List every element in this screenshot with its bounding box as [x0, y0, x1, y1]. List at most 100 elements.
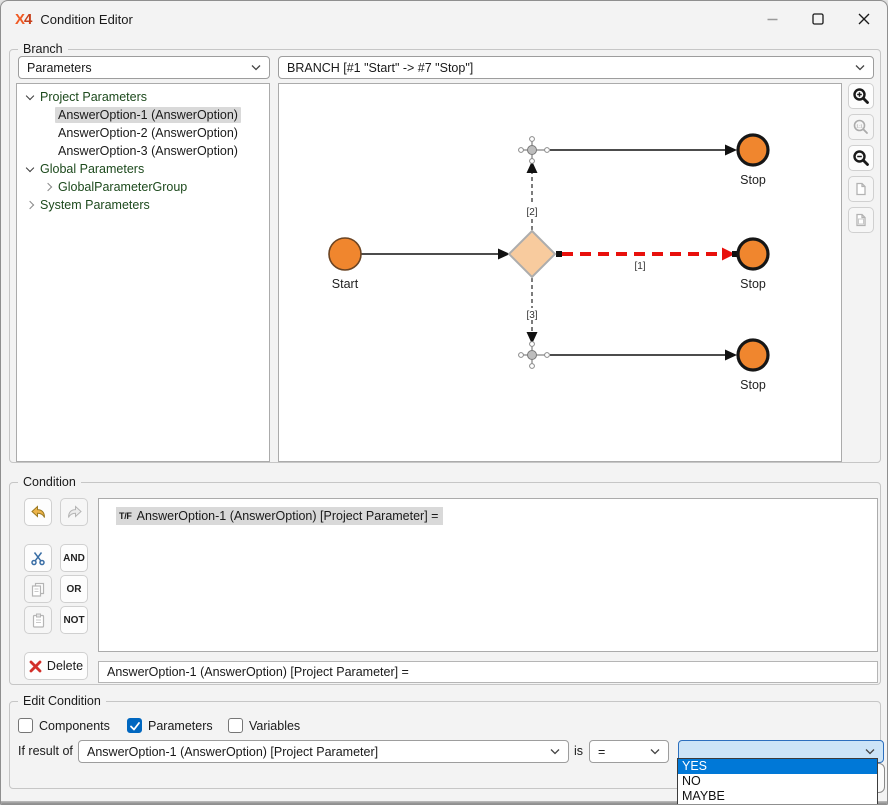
- zoom-in-icon: [852, 87, 870, 105]
- and-button[interactable]: AND: [60, 544, 88, 572]
- condition-group-label: Condition: [18, 474, 81, 491]
- stop-node: [738, 135, 768, 165]
- true-false-badge: T/F: [119, 511, 132, 521]
- cut-button[interactable]: [24, 544, 52, 572]
- copy-button[interactable]: [24, 575, 52, 603]
- fit-page-icon: [853, 181, 869, 197]
- fit-page-button[interactable]: [848, 176, 874, 202]
- checkmark-icon: [129, 720, 141, 732]
- paste-button[interactable]: [24, 606, 52, 634]
- value-select-dropdown-list[interactable]: YESNOMAYBE: [677, 758, 878, 805]
- condition-expression-list[interactable]: T/F AnswerOption-1 (AnswerOption) [Proje…: [98, 498, 878, 652]
- variables-checkbox[interactable]: Variables: [228, 718, 300, 733]
- if-result-of-label: If result of: [18, 740, 73, 763]
- edge-label: [3]: [526, 310, 537, 321]
- flow-diagram-panel[interactable]: [2] [3]: [278, 83, 842, 462]
- tree-item[interactable]: AnswerOption-1 (AnswerOption): [17, 106, 269, 124]
- checkbox-box[interactable]: [18, 718, 33, 733]
- cut-icon: [30, 550, 46, 566]
- edit-condition-group-label: Edit Condition: [18, 693, 106, 710]
- zoom-one-to-one-button[interactable]: 1:1: [848, 114, 874, 140]
- edge-label: [1]: [634, 261, 645, 272]
- zoom-out-button[interactable]: [848, 145, 874, 171]
- title-bar: X4 Condition Editor: [1, 1, 887, 37]
- close-button[interactable]: [841, 1, 887, 37]
- app-logo-icon: X4: [15, 11, 31, 28]
- arrowhead-icon: [725, 350, 737, 361]
- window-title: Condition Editor: [40, 12, 133, 27]
- operator-select[interactable]: =: [589, 740, 669, 763]
- stop-node: [738, 340, 768, 370]
- fit-selection-icon: [853, 212, 869, 228]
- undo-button[interactable]: [24, 498, 52, 526]
- dropdown-option[interactable]: NO: [678, 774, 877, 789]
- chevron-down-icon[interactable]: [23, 96, 37, 99]
- node-label: Stop: [740, 173, 766, 187]
- tree-item[interactable]: System Parameters: [17, 196, 269, 214]
- maximize-button[interactable]: [795, 1, 841, 37]
- condition-expression-text: AnswerOption-1 (AnswerOption) [Project P…: [137, 509, 439, 523]
- chevron-right-icon[interactable]: [41, 184, 55, 190]
- checkbox-box[interactable]: [228, 718, 243, 733]
- edge-label: [2]: [526, 207, 537, 218]
- tree-item-label: System Parameters: [37, 197, 153, 213]
- tree-item-label: AnswerOption-3 (AnswerOption): [55, 143, 241, 159]
- node-label: Start: [332, 277, 359, 291]
- dropdown-option[interactable]: MAYBE: [678, 789, 877, 804]
- maximize-icon: [812, 13, 824, 25]
- tree-item-label: Global Parameters: [37, 161, 147, 177]
- chevron-down-icon: [544, 748, 560, 755]
- tree-item[interactable]: AnswerOption-3 (AnswerOption): [17, 142, 269, 160]
- condition-expression-row[interactable]: T/F AnswerOption-1 (AnswerOption) [Proje…: [116, 507, 443, 525]
- stop-node: [738, 239, 768, 269]
- undo-icon: [30, 504, 47, 520]
- zoom-toolbar: 1:1: [848, 83, 874, 238]
- window-controls: [749, 1, 887, 37]
- tree-item[interactable]: AnswerOption-2 (AnswerOption): [17, 124, 269, 142]
- node-label: Stop: [740, 378, 766, 392]
- parameters-source-select[interactable]: Parameters: [18, 56, 270, 79]
- chevron-down-icon: [245, 64, 261, 71]
- tree-item[interactable]: GlobalParameterGroup: [17, 178, 269, 196]
- tree-item[interactable]: Global Parameters: [17, 160, 269, 178]
- result-parameter-select[interactable]: AnswerOption-1 (AnswerOption) [Project P…: [78, 740, 569, 763]
- dropdown-option[interactable]: YES: [678, 759, 877, 774]
- is-label: is: [574, 740, 583, 763]
- close-icon: [858, 13, 870, 25]
- chevron-right-icon[interactable]: [23, 202, 37, 208]
- delete-button[interactable]: Delete: [24, 652, 88, 680]
- minimize-icon: [767, 14, 778, 25]
- decision-diamond-node: [509, 231, 555, 277]
- tree-item-label: AnswerOption-2 (AnswerOption): [55, 125, 241, 141]
- components-checkbox[interactable]: Components: [18, 718, 110, 733]
- zoom-one-to-one-icon: 1:1: [852, 118, 870, 136]
- parameters-checkbox[interactable]: Parameters: [127, 718, 213, 733]
- tree-item-label: GlobalParameterGroup: [55, 179, 190, 195]
- junction-node: [519, 137, 550, 164]
- zoom-in-button[interactable]: [848, 83, 874, 109]
- chevron-down-icon: [644, 748, 660, 755]
- tree-item-label: Project Parameters: [37, 89, 150, 105]
- node-label: Stop: [740, 277, 766, 291]
- parameter-tree[interactable]: Project Parameters AnswerOption-1 (Answer…: [16, 83, 270, 462]
- condition-editor-window: X4 Condition Editor Branch Parameters BR…: [0, 0, 888, 805]
- or-button[interactable]: OR: [60, 575, 88, 603]
- fit-selection-button[interactable]: [848, 207, 874, 233]
- tree-item[interactable]: Project Parameters: [17, 88, 269, 106]
- junction-node: [519, 342, 550, 369]
- start-node: [329, 238, 361, 270]
- checkbox-box[interactable]: [127, 718, 142, 733]
- delete-x-icon: [29, 660, 42, 673]
- not-button[interactable]: NOT: [60, 606, 88, 634]
- tree-item-label: AnswerOption-1 (AnswerOption): [55, 107, 241, 123]
- chevron-down-icon: [859, 748, 875, 755]
- chevron-down-icon[interactable]: [23, 168, 37, 171]
- flow-diagram: [2] [3]: [279, 84, 841, 461]
- condition-group: Condition AND OR: [9, 482, 881, 685]
- redo-button[interactable]: [60, 498, 88, 526]
- condition-summary-field: AnswerOption-1 (AnswerOption) [Project P…: [98, 661, 878, 683]
- svg-text:1:1: 1:1: [856, 123, 863, 128]
- arrowhead-icon: [725, 145, 737, 156]
- minimize-button[interactable]: [749, 1, 795, 37]
- branch-select[interactable]: BRANCH [#1 "Start" -> #7 "Stop"]: [278, 56, 874, 79]
